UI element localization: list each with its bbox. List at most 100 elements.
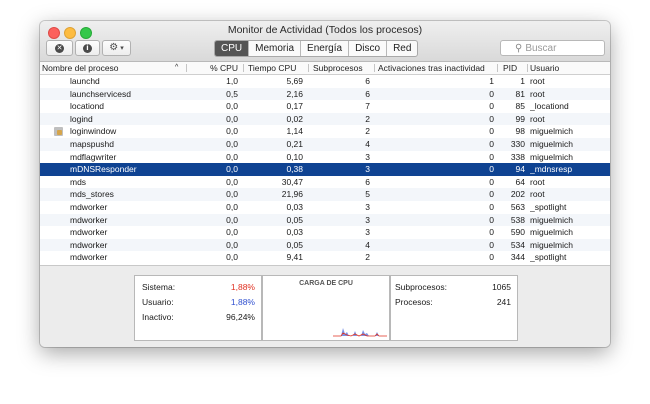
pid-cell: 99 [515,113,525,124]
column-header-threads[interactable]: Subprocesos [313,62,363,74]
user-cell: _mdnsresp [530,164,573,175]
cpu-time-cell: 0,05 [286,239,303,250]
column-header-cpu[interactable]: % CPU [190,62,238,74]
cpu-percent-panel: Sistema: 1,88% Usuario: 1,88% Inactivo: … [134,275,262,341]
column-header-idle-wakeups[interactable]: Activaciones tras inactividad [378,62,485,74]
threads-cell: 3 [365,227,370,238]
inspect-process-button[interactable]: i [75,40,100,56]
user-cell: root [530,76,545,86]
table-row[interactable]: mdflagwriter 0,0 0,10 3 0 338 miguelmich [40,151,610,164]
pid-cell: 98 [515,126,525,137]
process-name-cell: launchservicesd [70,88,131,99]
user-cell: miguelmich [530,151,573,162]
sort-indicator-icon[interactable]: ^ [175,62,178,74]
cpu-percent-cell: 0,0 [226,176,238,187]
cpu-time-cell: 0,38 [286,164,303,175]
table-row[interactable]: mdworker 0,0 0,03 3 0 563 _spotlight [40,201,610,214]
cpu-percent-cell: 0,0 [226,101,238,112]
threads-cell: 2 [365,252,370,263]
user-cell: root [530,189,545,200]
table-row[interactable]: launchservicesd 0,5 2,16 6 0 81 root [40,87,610,101]
threads-cell: 6 [365,176,370,187]
cpu-time-cell: 0,17 [286,101,303,112]
stop-process-button[interactable]: ✕ [46,40,73,56]
user-cell: miguelmich [530,214,573,225]
cpu-time-cell: 0,03 [286,201,303,212]
process-app-icon [54,127,63,137]
user-value: 1,88% [230,297,255,307]
idle-wakeups-cell: 0 [489,176,494,187]
table-row[interactable]: logind 0,0 0,02 2 0 99 root [40,112,610,126]
process-name-cell: logind [70,113,93,124]
table-row[interactable]: locationd 0,0 0,17 7 0 85 _locationd [40,100,610,113]
table-row[interactable]: loginwindow 0,0 1,14 2 0 98 miguelmich [40,125,610,138]
process-name-cell: mdworker [70,227,108,238]
pid-cell: 202 [510,189,525,200]
cpu-load-graph [333,328,387,337]
threads-cell: 3 [365,151,370,162]
pid-cell: 590 [510,227,525,238]
info-icon: i [83,43,92,53]
process-table: launchd 1,0 5,69 6 1 1 root launchservicesd 0,5 2… [40,75,610,265]
cpu-percent-cell: 0,0 [226,189,238,200]
column-header-name[interactable]: Nombre del proceso [42,62,119,74]
activity-monitor-window: Monitor de Actividad (Todos los procesos… [40,21,610,347]
pid-cell: 563 [510,201,525,212]
user-cell: _spotlight [530,252,567,263]
pid-cell: 338 [510,151,525,162]
cpu-percent-cell: 0,0 [226,138,238,149]
x-circle-icon: ✕ [55,43,64,53]
table-row[interactable]: mds_stores 0,0 21,96 5 0 202 root [40,188,610,201]
tab-memoria[interactable]: Memoria [248,41,300,56]
process-name-cell: mdflagwriter [70,151,117,162]
threads-cell: 2 [365,113,370,124]
table-row[interactable]: mdworker 0,0 0,03 3 0 590 miguelmich [40,226,610,239]
user-cell: _locationd [530,101,569,112]
cpu-time-cell: 0,02 [286,113,303,124]
idle-wakeups-cell: 0 [489,113,494,124]
table-row[interactable]: mdworker 0,0 9,41 2 0 344 _spotlight [40,251,610,264]
user-cell: root [530,113,545,124]
threads-cell: 7 [365,101,370,112]
pid-cell: 1 [520,76,525,86]
processes-label: Procesos: [395,297,433,307]
pid-cell: 94 [515,164,525,175]
table-row[interactable]: mdworker 0,0 0,05 4 0 534 miguelmich [40,238,610,252]
view-tabs: CPU Memoria Energía Disco Red [214,40,419,57]
idle-wakeups-cell: 0 [489,138,494,149]
cpu-summary-area: Sistema: 1,88% Usuario: 1,88% Inactivo: … [40,265,610,347]
cpu-percent-cell: 0,5 [226,88,238,99]
table-row[interactable]: mapspushd 0,0 0,21 4 0 330 miguelmich [40,137,610,151]
column-header-pid[interactable]: PID [503,62,517,74]
process-name-cell: launchd [70,76,100,86]
process-name-cell: mapspushd [70,138,114,149]
pid-cell: 81 [515,88,525,99]
cpu-time-cell: 5,69 [286,76,303,86]
threads-label: Subprocesos: [395,282,447,292]
tab-red[interactable]: Red [386,41,417,56]
column-header-user[interactable]: Usuario [530,62,559,74]
pid-cell: 85 [515,101,525,112]
tab-disco[interactable]: Disco [348,41,386,56]
threads-cell: 6 [365,88,370,99]
cpu-percent-cell: 1,0 [226,76,238,86]
pid-cell: 64 [515,176,525,187]
table-row[interactable]: mdworker 0,0 0,05 3 0 538 miguelmich [40,213,610,227]
table-row[interactable]: mds 0,0 30,47 6 0 64 root [40,176,610,189]
action-menu-button[interactable]: ⚙ ▾ [102,40,131,56]
threads-value: 1065 [492,282,511,292]
process-name-cell: mdworker [70,201,108,212]
tab-energia[interactable]: Energía [300,41,348,56]
column-header-cpu-time[interactable]: Tiempo CPU [248,62,296,74]
table-row[interactable]: mDNSResponder 0,0 0,38 3 0 94 _mdnsresp [40,163,610,176]
table-row[interactable]: launchd 1,0 5,69 6 1 1 root [40,75,610,88]
cpu-time-cell: 30,47 [281,176,303,187]
idle-wakeups-cell: 0 [489,252,494,263]
process-name-cell: loginwindow [70,126,117,137]
idle-wakeups-cell: 0 [489,164,494,175]
tab-cpu[interactable]: CPU [215,41,249,56]
process-name-cell: mds_stores [70,189,114,200]
pid-cell: 344 [510,252,525,263]
cpu-time-cell: 0,05 [286,214,303,225]
search-field[interactable]: ⚲ Buscar [500,40,605,56]
